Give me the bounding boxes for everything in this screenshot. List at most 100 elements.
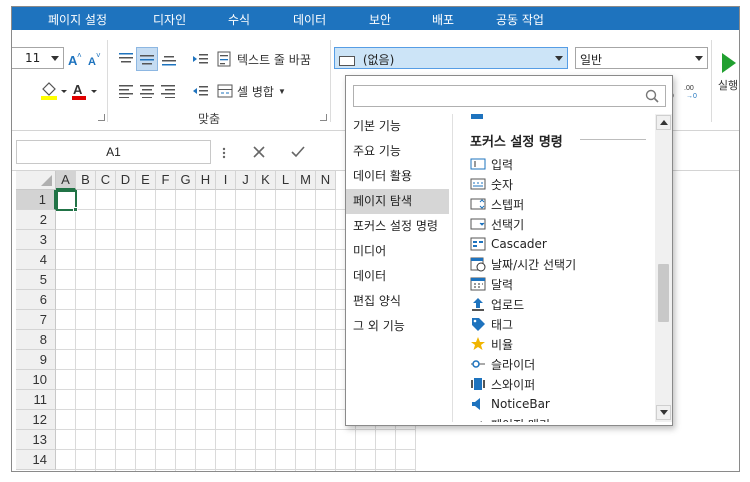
check-icon[interactable] (287, 142, 309, 162)
align-center-icon[interactable] (137, 81, 157, 101)
outdent-icon[interactable] (190, 82, 210, 102)
command-item[interactable]: 업로드 (470, 294, 524, 314)
command-item[interactable]: 스와이퍼 (470, 374, 535, 394)
row-header[interactable]: 11 (16, 390, 56, 410)
tab-formulas[interactable]: 수식 (228, 11, 250, 28)
align-bottom-icon[interactable] (159, 49, 179, 69)
row-header[interactable]: 3 (16, 230, 56, 250)
command-icon (470, 198, 486, 210)
command-icon (470, 257, 486, 272)
name-box[interactable]: A1 (16, 140, 211, 164)
column-header[interactable]: N (316, 171, 336, 190)
command-item[interactable]: NoticeBar (470, 394, 550, 414)
command-item[interactable]: 달력 (470, 274, 513, 294)
tab-security[interactable]: 보안 (369, 11, 391, 28)
align-middle-icon[interactable] (136, 47, 158, 71)
tab-design[interactable]: 디자인 (153, 11, 186, 28)
row-header[interactable]: 7 (16, 310, 56, 330)
row-header[interactable]: 13 (16, 430, 56, 450)
font-size-combo[interactable]: 11 (12, 47, 64, 69)
align-left-icon[interactable] (116, 81, 136, 101)
command-item[interactable]: </> 페이지 매기 (470, 414, 550, 423)
command-label: 비율 (491, 337, 514, 352)
row-header[interactable]: 8 (16, 330, 56, 350)
command-icon (471, 360, 485, 368)
font-group-launcher[interactable] (98, 114, 105, 121)
tab-data[interactable]: 데이터 (293, 11, 326, 28)
formula-bar-grip-icon[interactable] (219, 144, 229, 162)
column-header[interactable]: G (176, 171, 196, 190)
number-format-combo[interactable]: 일반 (575, 47, 708, 69)
select-all-corner[interactable] (16, 171, 56, 190)
tab-page-setup[interactable]: 페이지 설정 (48, 11, 107, 28)
decrease-decimal-icon[interactable]: .00 →0 (684, 80, 704, 102)
close-icon[interactable] (248, 142, 270, 162)
tab-collaboration[interactable]: 공동 작업 (496, 11, 544, 28)
separator (711, 40, 712, 122)
column-header[interactable]: M (296, 171, 316, 190)
column-header[interactable]: J (236, 171, 256, 190)
command-item[interactable]: 입력 (470, 154, 513, 174)
row-header[interactable]: 5 (16, 270, 56, 290)
row-header[interactable]: 10 (16, 370, 56, 390)
command-icon (472, 298, 484, 311)
svg-text:˄: ˄ (77, 51, 82, 60)
alignment-group-launcher[interactable] (320, 114, 327, 121)
font-color-icon[interactable]: A (70, 80, 102, 102)
merge-cells-button[interactable]: 셀 병합 ▼ (217, 81, 302, 101)
row-header[interactable]: 2 (16, 210, 56, 230)
app-window: 페이지 설정 디자인 수식 데이터 보안 배포 공동 작업 11 A ˄ A ˅ A (11, 6, 740, 472)
column-header[interactable]: B (76, 171, 96, 190)
svg-text:A: A (73, 82, 83, 97)
align-top-icon[interactable] (116, 49, 136, 69)
tab-publish[interactable]: 배포 (432, 11, 454, 28)
row-header[interactable]: 9 (16, 350, 56, 370)
column-header[interactable]: F (156, 171, 176, 190)
command-label: 날짜/시간 선택기 (491, 257, 577, 272)
svg-text:.00: .00 (684, 85, 694, 92)
column-header[interactable]: I (216, 171, 236, 190)
row-header[interactable]: 6 (16, 290, 56, 310)
alignment-group-label: 맞춤 (198, 112, 221, 126)
column-header[interactable]: D (116, 171, 136, 190)
command-icon (471, 337, 485, 350)
row-header[interactable]: 12 (16, 410, 56, 430)
command-label: NoticeBar (491, 397, 550, 411)
row-header[interactable]: 14 (16, 450, 56, 470)
command-item[interactable]: 날짜/시간 선택기 (470, 254, 576, 274)
command-item[interactable]: Cascader (470, 234, 547, 254)
command-item[interactable]: 선택기 (470, 214, 524, 234)
svg-text:</>: </> (470, 420, 486, 422)
command-item[interactable]: 슬라이더 (470, 354, 535, 374)
command-item[interactable]: 비율 (470, 334, 513, 354)
align-right-icon[interactable] (158, 81, 178, 101)
column-header[interactable]: L (276, 171, 296, 190)
command-item[interactable]: 스텝퍼 (470, 194, 524, 214)
column-header[interactable]: E (136, 171, 156, 190)
fill-color-icon[interactable] (38, 80, 68, 102)
indent-icon[interactable] (190, 50, 210, 70)
ribbon-tab-bar: 페이지 설정 디자인 수식 데이터 보안 배포 공동 작업 (12, 7, 739, 30)
shrink-font-icon[interactable]: A ˅ (86, 49, 104, 69)
scroll-up-button[interactable] (656, 115, 671, 130)
row-header[interactable]: 1 (16, 190, 56, 210)
grow-font-icon[interactable]: A ˄ (66, 49, 84, 69)
command-item[interactable]: 태그 (470, 314, 513, 334)
cell-style-combo[interactable]: (없음) (334, 47, 568, 69)
command-item[interactable]: 숫자 (470, 174, 513, 194)
dropdown-scrollbar[interactable] (655, 114, 672, 422)
scroll-thumb[interactable] (658, 264, 669, 322)
column-header[interactable]: C (96, 171, 116, 190)
column-header[interactable]: A (56, 171, 76, 190)
column-header[interactable]: H (196, 171, 216, 190)
scroll-down-button[interactable] (656, 405, 671, 420)
dropdown-search-input[interactable] (353, 85, 666, 107)
row-header[interactable]: 4 (16, 250, 56, 270)
fill-handle[interactable] (73, 207, 78, 212)
column-header[interactable]: K (256, 171, 276, 190)
section-title-rule (580, 139, 646, 140)
run-button[interactable]: 실행 (716, 46, 739, 98)
cell-type-dropdown: 기본 기능 주요 기능 데이터 활용 페이지 탐색 포커스 설정 명령 미디어 데이터 편집 … (345, 75, 673, 426)
wrap-text-button[interactable]: 텍스트 줄 바꿈 (217, 49, 332, 69)
command-icon (470, 178, 486, 190)
